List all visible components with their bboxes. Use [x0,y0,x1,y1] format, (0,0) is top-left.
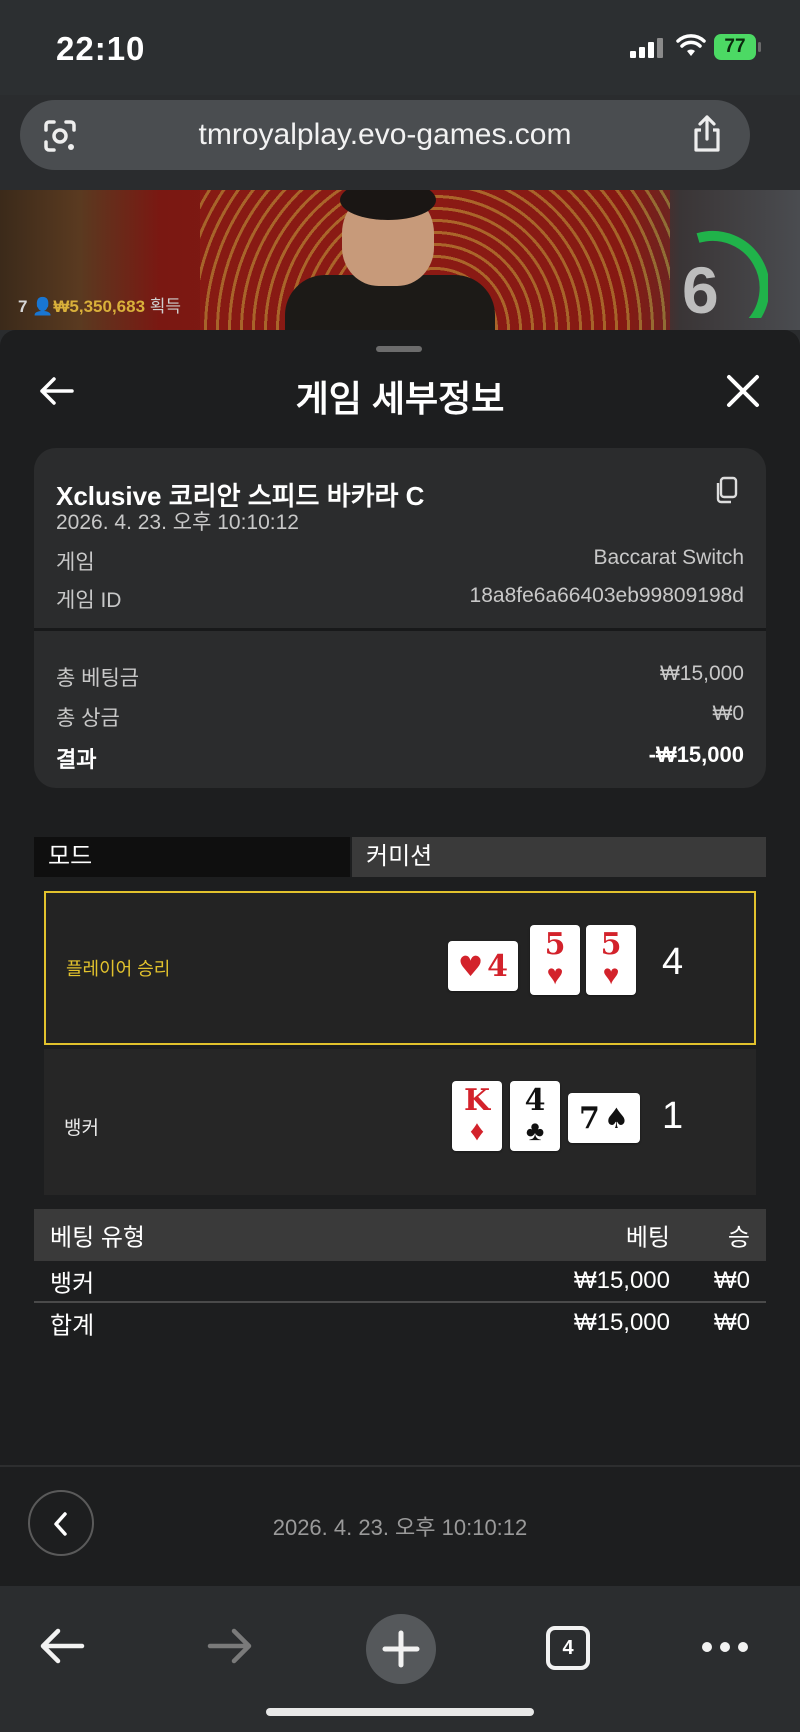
player-count: 7 [18,297,28,316]
card-rank: 7 [579,1100,600,1136]
bets-table: 베팅 유형 베팅 승 뱅커 ₩15,000 ₩0 합계 ₩15,000 ₩0 [34,1209,766,1343]
url-text: tmroyalplay.evo-games.com [198,118,572,151]
card-rank: K [463,1083,491,1118]
mode-label: 모드 [34,837,350,877]
close-icon[interactable] [726,374,760,408]
countdown-number: 6 [682,253,719,327]
mode-value: 커미션 [352,837,766,877]
total-win-row: 총 상금 ₩0 [56,702,744,732]
tab-count: 4 [562,1637,574,1659]
card-suit: ♣ [525,1115,545,1146]
forward-icon[interactable] [206,1626,254,1666]
card-suit: ♥ [546,959,564,990]
card-divider [34,628,766,631]
home-indicator[interactable] [266,1708,534,1716]
table-row: 뱅커 ₩15,000 ₩0 [34,1261,766,1303]
result-value: -₩15,000 [648,742,744,767]
playing-card: 4 ♣ [510,1081,560,1151]
playing-card: 5 ♥ [530,925,580,995]
win-header: 승 [727,1224,750,1252]
won-label: 획득 [149,297,182,316]
playing-card: 7 ♠ [568,1093,640,1143]
game-id-row: 게임 ID 18a8fe6a66403eb99809198d [56,584,744,614]
battery-level: 77 [724,36,746,57]
banker-score: 1 [662,1095,684,1137]
total-bet-value: ₩15,000 [659,662,744,685]
card-rank: 4 [524,1083,546,1118]
game-summary-card: Xclusive 코리안 스피드 바카라 C 2026. 4. 23. 오후 1… [34,448,766,788]
battery-icon: 77 [714,34,761,60]
total-win: ₩0 [714,1309,750,1336]
new-tab-button[interactable] [366,1614,436,1684]
card-suit: ♥ [458,949,484,983]
status-time: 22:10 [56,30,146,67]
bet-type-header: 베팅 유형 [50,1224,145,1252]
card-suit: ♥ [602,959,620,990]
total-bet-row: 총 베팅금 ₩15,000 [56,662,744,692]
footer-divider [0,1465,800,1467]
total-label: 합계 [50,1312,95,1340]
card-rank: 4 [487,948,508,984]
game-datetime: 2026. 4. 23. 오후 10:10:12 [56,511,299,534]
page-title: 게임 세부정보 [295,378,505,419]
bet-amount-header: 베팅 [625,1224,670,1252]
result-label: 결과 [56,747,97,772]
plus-icon [382,1630,420,1668]
total-win-label: 총 상금 [56,707,120,730]
game-value: Baccarat Switch [593,546,744,569]
result-row: 결과 -₩15,000 [56,742,744,774]
player-label: 플레이어 승리 [66,959,171,979]
cellular-signal-icon [630,38,663,58]
copy-icon[interactable] [714,476,738,504]
bet-amount: ₩15,000 [573,1267,670,1294]
more-menu-icon[interactable] [700,1640,750,1654]
tabs-button[interactable]: 4 [546,1626,590,1670]
table-total-row: 합계 ₩15,000 ₩0 [34,1303,766,1343]
status-bar: 22:10 77 [0,0,800,95]
total-bet-label: 총 베팅금 [56,667,140,690]
back-icon[interactable] [38,1626,86,1666]
address-bar[interactable]: tmroyalplay.evo-games.com [20,100,750,170]
footer-datetime: 2026. 4. 23. 오후 10:10:12 [272,1515,528,1540]
game-id-value: 18a8fe6a66403eb99809198d [469,584,744,607]
game-row: 게임 Baccarat Switch [56,546,744,576]
person-icon: 👤 [32,297,54,316]
total-win-value: ₩0 [712,702,745,725]
player-hand: 플레이어 승리 ♥ 4 5 ♥ 5 ♥ 4 [44,891,756,1045]
card-suit: ♦ [469,1115,485,1146]
win-amount: ₩0 [714,1267,750,1294]
game-label: 게임 [56,551,95,574]
game-details-sheet: 게임 세부정보 Xclusive 코리안 스피드 바카라 C 2026. 4. … [0,330,800,1586]
game-id-label: 게임 ID [56,589,122,612]
card-rank: 5 [600,927,622,962]
playing-card: K ♦ [452,1081,502,1151]
bets-table-header: 베팅 유형 베팅 승 [34,1209,766,1261]
banker-label: 뱅커 [64,1118,99,1139]
banker-hand: 뱅커 K ♦ 4 ♣ 7 ♠ 1 [44,1049,756,1195]
share-icon[interactable] [690,114,724,154]
card-suit: ♠ [603,1101,629,1135]
winners-info: 7 👤₩5,350,683 획득 [18,292,181,317]
playing-card: ♥ 4 [448,941,518,991]
player-score: 4 [662,941,684,983]
playing-card: 5 ♥ [586,925,636,995]
mode-row: 모드 커미션 [34,837,766,877]
total-bet: ₩15,000 [573,1309,670,1336]
card-rank: 5 [544,927,566,962]
bet-type: 뱅커 [50,1270,95,1298]
wifi-icon [676,34,706,56]
live-video[interactable]: 7 👤₩5,350,683 획득 6 [0,190,800,330]
browser-toolbar: 4 [0,1586,800,1732]
sheet-grabber[interactable] [376,346,422,352]
winnings-amount: ₩5,350,683 [53,297,146,316]
